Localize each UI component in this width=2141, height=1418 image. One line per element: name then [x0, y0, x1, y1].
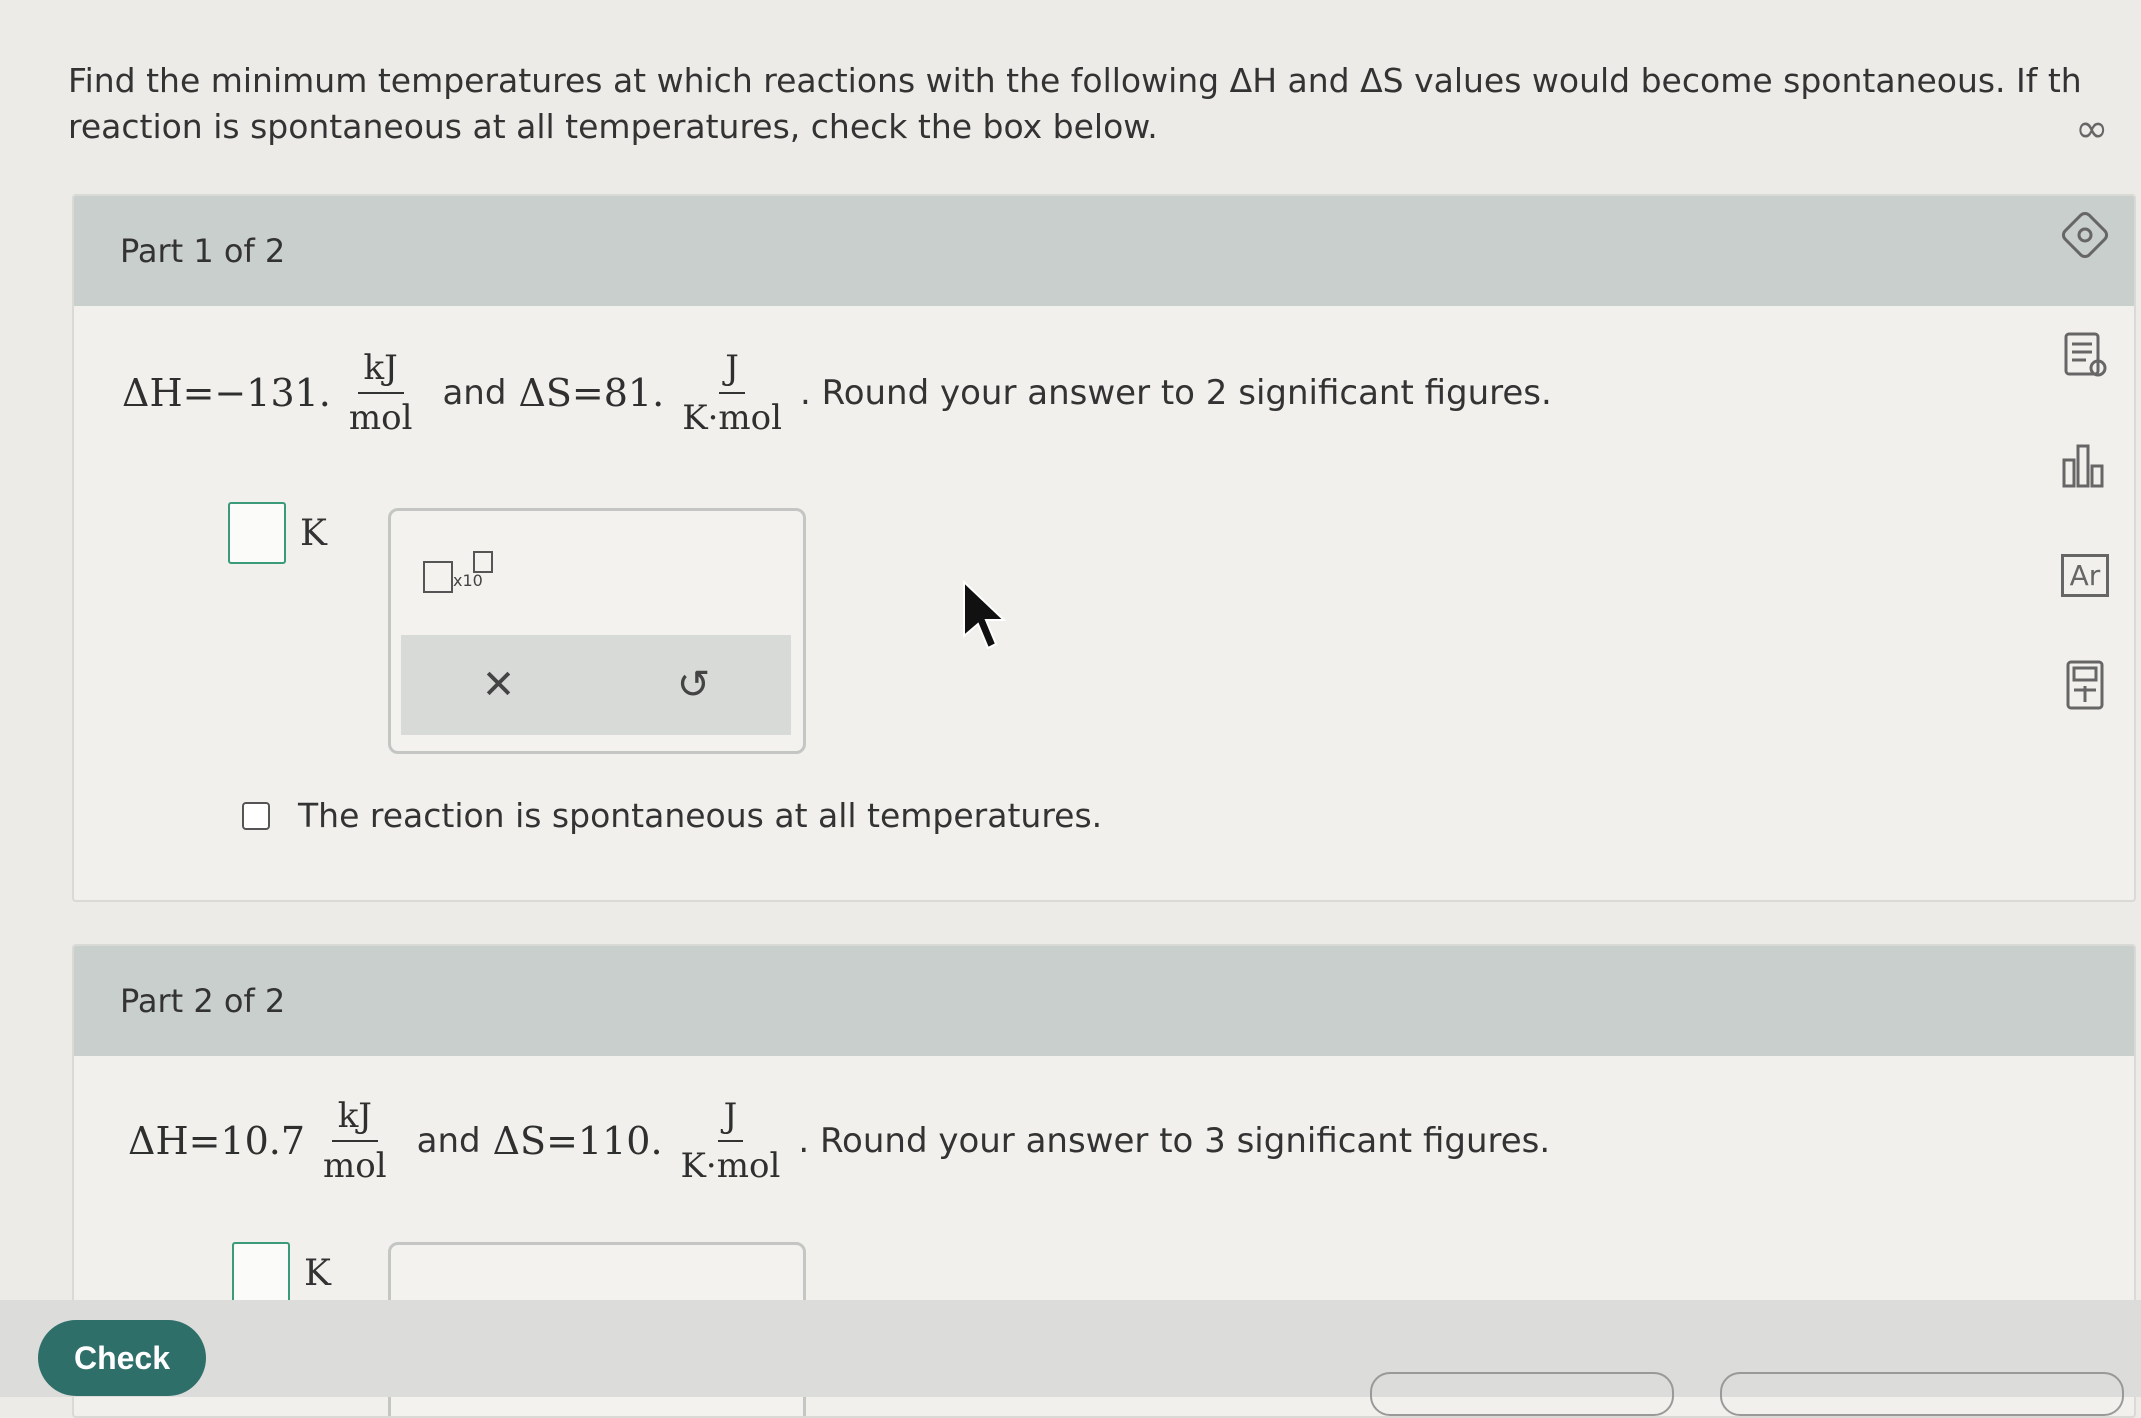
- delta-s-value: ΔS=110.: [492, 1119, 663, 1163]
- delta-s-unit-numerator: J: [717, 1096, 744, 1142]
- data-chart-icon[interactable]: [2040, 430, 2130, 500]
- delta-s-unit: J K·mol: [676, 348, 788, 438]
- worksheet-icon[interactable]: [2040, 320, 2130, 390]
- math-palette: x10 ✕ ↺: [388, 508, 806, 754]
- part-2-header: Part 2 of 2: [74, 946, 2134, 1056]
- palette-action-bar: ✕ ↺: [401, 635, 791, 735]
- part-1-panel: Part 1 of 2 ΔH=−131. kJ mol and ΔS=81. J…: [72, 194, 2136, 902]
- delta-s-unit-numerator: J: [719, 348, 745, 394]
- delta-h-unit-denominator: mol: [348, 398, 413, 438]
- delta-h-unit: kJ mol: [317, 1096, 393, 1186]
- hint-icon[interactable]: [2040, 200, 2130, 270]
- delta-h-value: ΔH=−131.: [122, 371, 331, 415]
- delta-h-unit: kJ mol: [343, 348, 419, 438]
- part-2-answer-row: K: [232, 1242, 331, 1304]
- delta-h-value: ΔH=10.7: [128, 1119, 306, 1163]
- spontaneous-checkbox-label: The reaction is spontaneous at all tempe…: [298, 796, 1103, 835]
- x10-label: x10: [453, 571, 483, 590]
- prompt-line-1: Find the minimum temperatures at which r…: [68, 61, 2082, 100]
- part-1-answer-input[interactable]: [228, 502, 286, 564]
- delta-h-unit-numerator: kJ: [331, 1096, 378, 1142]
- delta-s-unit-denominator: K·mol: [680, 1146, 781, 1186]
- infinity-icon[interactable]: ∞: [2075, 106, 2108, 152]
- delta-s-unit: J K·mol: [675, 1096, 787, 1186]
- kelvin-unit: K: [300, 512, 327, 554]
- and-text: and: [442, 373, 507, 413]
- delta-s-value: ΔS=81.: [518, 371, 665, 415]
- spontaneous-checkbox[interactable]: [242, 801, 270, 830]
- kelvin-unit: K: [304, 1252, 331, 1294]
- mouse-cursor-icon: [963, 580, 1007, 650]
- delta-s-unit-denominator: K·mol: [682, 398, 782, 438]
- undo-icon[interactable]: ↺: [677, 662, 711, 708]
- base-box-icon: [423, 561, 453, 593]
- periodic-table-icon[interactable]: Ar: [2040, 540, 2130, 610]
- part-2-answer-input[interactable]: [232, 1242, 290, 1304]
- round-instruction: . Round your answer to 3 significant fig…: [798, 1121, 1551, 1161]
- prompt-line-2: reaction is spontaneous at all temperatu…: [68, 107, 1158, 146]
- delta-h-unit-denominator: mol: [323, 1146, 387, 1186]
- check-button[interactable]: Check: [38, 1320, 206, 1396]
- periodic-table-label: Ar: [2060, 553, 2110, 597]
- question-prompt: Find the minimum temperatures at which r…: [68, 58, 2128, 150]
- exponent-box-icon: [473, 551, 493, 573]
- and-text: and: [416, 1121, 481, 1161]
- bottom-pill-button[interactable]: [1720, 1372, 2124, 1416]
- part-2-question: ΔH=10.7 kJ mol and ΔS=110. J K·mol . Rou…: [128, 1096, 1550, 1186]
- part-1-header: Part 1 of 2: [74, 196, 2134, 306]
- part-1-question: ΔH=−131. kJ mol and ΔS=81. J K·mol . Rou…: [122, 348, 1552, 438]
- spontaneous-all-temps-row[interactable]: The reaction is spontaneous at all tempe…: [242, 796, 1102, 835]
- calculator-icon[interactable]: [2040, 650, 2130, 720]
- clear-icon[interactable]: ✕: [482, 662, 516, 708]
- round-instruction: . Round your answer to 2 significant fig…: [799, 373, 1552, 413]
- bottom-pill-button[interactable]: [1370, 1372, 1674, 1416]
- part-1-answer-row: K: [228, 502, 327, 564]
- delta-h-unit-numerator: kJ: [357, 348, 404, 394]
- scientific-notation-button[interactable]: x10: [421, 551, 501, 601]
